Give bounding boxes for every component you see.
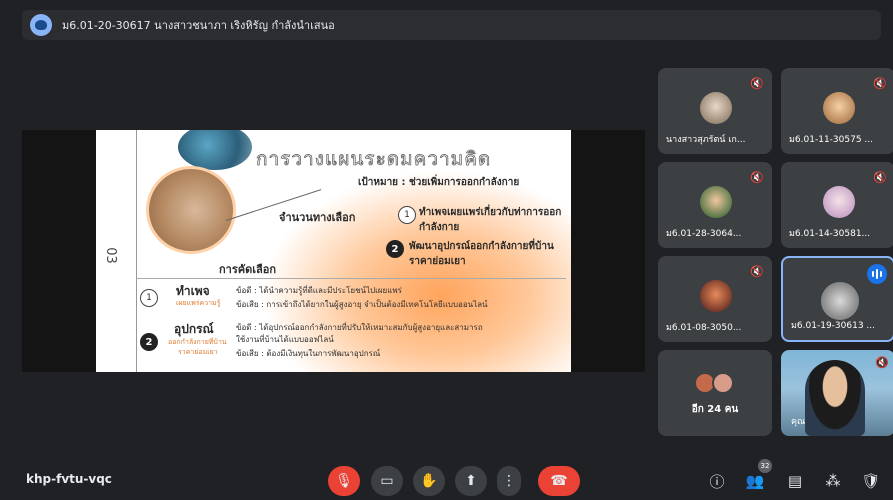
participant-name: นางสาวสุภรัตน์ เก...	[666, 135, 746, 145]
participant-count-badge: 32	[758, 459, 772, 473]
avatar	[700, 280, 732, 312]
mic-toggle-button[interactable]: 🎙	[328, 466, 360, 496]
shared-slide: 03 การวางแผนระดมความคิด เป้าหมาย : ช่วยเ…	[96, 130, 571, 372]
activities-button[interactable]: ⁂	[820, 468, 846, 494]
slide-goal: เป้าหมาย : ช่วยเพิ่มการออกกำลังกาย	[358, 177, 520, 188]
participant-name: ม6.01-08-3050...	[666, 323, 742, 333]
presenter-label: ม6.01-20-30617 นางสาวชนาภา เริงหิรัญ กำล…	[62, 19, 335, 32]
mic-off-icon: 🔇	[750, 76, 764, 90]
camera-toggle-button[interactable]: ▭	[371, 466, 403, 496]
choice1-con: ข้อเสีย : การเข้าถึงได้ยากในผู้สูงอายุ จ…	[236, 300, 488, 309]
choice2-pro-1: ข้อดี : ได้อุปกรณ์ออกกำลังกายที่ปรับให้เ…	[236, 323, 483, 332]
info-icon: ⓘ	[709, 472, 725, 491]
avatar	[700, 92, 732, 124]
slide-page-number: 03	[102, 247, 118, 264]
participant-name: ม6.01-14-30581...	[789, 229, 871, 239]
participant-tile[interactable]: 🔇 ม6.01-08-3050...	[658, 256, 772, 342]
more-participants-tile[interactable]: อีก 24 คน	[658, 350, 772, 436]
end-call-icon: ☎	[550, 473, 568, 489]
self-view-tile[interactable]: 🔇 คุณ	[781, 350, 893, 436]
presenter-bar: ม6.01-20-30617 นางสาวชนาภา เริงหิรัญ กำล…	[22, 10, 881, 40]
others-count-label: อีก 24 คน	[691, 404, 739, 415]
mic-off-icon: 🔇	[873, 170, 887, 184]
more-options-icon: ⋮	[502, 473, 516, 489]
self-name: คุณ	[791, 417, 806, 427]
speaking-indicator-icon	[867, 264, 887, 284]
raise-hand-button[interactable]: ✋	[413, 466, 445, 496]
meeting-details-button[interactable]: ⓘ	[704, 468, 730, 494]
raise-hand-icon: ✋	[420, 473, 438, 489]
camera-icon: ▭	[380, 473, 394, 489]
participant-tile[interactable]: 🔇 ม6.01-28-3064...	[658, 162, 772, 248]
choice2-subtitle-2: ราคาย่อมเยา	[178, 348, 218, 356]
host-controls-icon: 🛡	[861, 472, 881, 490]
grouped-avatars	[694, 372, 738, 396]
options-heading: จำนวนทางเลือก	[279, 211, 356, 224]
option2-number: 2	[386, 240, 404, 258]
participant-tile-active-speaker[interactable]: ม6.01-19-30613 ...	[781, 256, 893, 342]
mic-off-icon: 🔇	[750, 264, 764, 278]
mic-off-icon: 🔇	[750, 170, 764, 184]
self-video	[805, 360, 865, 436]
choice1-pro: ข้อดี : ได้นำความรู้ที่ดีและมีประโยชน์ไป…	[236, 286, 402, 295]
mic-off-icon: 🎙	[335, 473, 353, 489]
presenter-avatar	[30, 14, 52, 36]
choice1-subtitle: เผยแพร่ความรู้	[176, 299, 221, 307]
chat-icon: ▤	[787, 472, 803, 490]
participant-tile[interactable]: 🔇 ม6.01-11-30575 ...	[781, 68, 893, 154]
selection-heading: การคัดเลือก	[219, 263, 277, 276]
option1-number: 1	[398, 206, 416, 224]
section-divider	[136, 278, 566, 279]
participant-tile[interactable]: 🔇 นางสาวสุภรัตน์ เก...	[658, 68, 772, 154]
choice1-number: 1	[140, 289, 158, 307]
participant-name: ม6.01-11-30575 ...	[789, 135, 873, 145]
slide-title: การวางแผนระดมความคิด	[256, 148, 492, 171]
participant-tile[interactable]: 🔇 ม6.01-14-30581...	[781, 162, 893, 248]
choice2-pro-2: ใช้งานที่บ้านได้แบบออฟไลน์	[236, 335, 334, 344]
meeting-code: khp-fvtu-vqc	[26, 472, 112, 486]
slide-divider	[136, 130, 137, 372]
end-call-button[interactable]: ☎	[538, 466, 580, 496]
avatar	[821, 282, 859, 320]
people-icon: 👥	[745, 472, 765, 490]
mic-off-icon: 🔇	[873, 76, 887, 90]
presentation-stage[interactable]: 03 การวางแผนระดมความคิด เป้าหมาย : ช่วยเ…	[22, 130, 645, 372]
stretch-photo	[146, 166, 236, 254]
avatar	[823, 186, 855, 218]
more-options-button[interactable]: ⋮	[497, 466, 521, 496]
avatar	[823, 92, 855, 124]
choice2-con: ข้อเสีย : ต้องมีเงินทุนในการพัฒนาอุปกรณ์	[236, 349, 381, 358]
choice2-number: 2	[140, 333, 158, 351]
mic-off-icon: 🔇	[875, 356, 889, 369]
present-screen-icon: ⬆	[465, 473, 477, 489]
avatar	[712, 372, 734, 394]
avatar	[700, 186, 732, 218]
host-controls-button[interactable]: 🛡	[858, 468, 884, 494]
participant-name: ม6.01-19-30613 ...	[791, 321, 875, 331]
participant-name: ม6.01-28-3064...	[666, 229, 742, 239]
activities-icon: ⁂	[825, 472, 841, 490]
option1-text: ทำเพจเผยแพร่เกี่ยวกับท่าการออกกำลังกาย	[419, 207, 562, 233]
chat-button[interactable]: ▤	[782, 468, 808, 494]
present-button[interactable]: ⬆	[455, 466, 487, 496]
option2-text: พัฒนาอุปกรณ์ออกกำลังกายที่บ้านราคาย่อมเย…	[409, 241, 554, 267]
